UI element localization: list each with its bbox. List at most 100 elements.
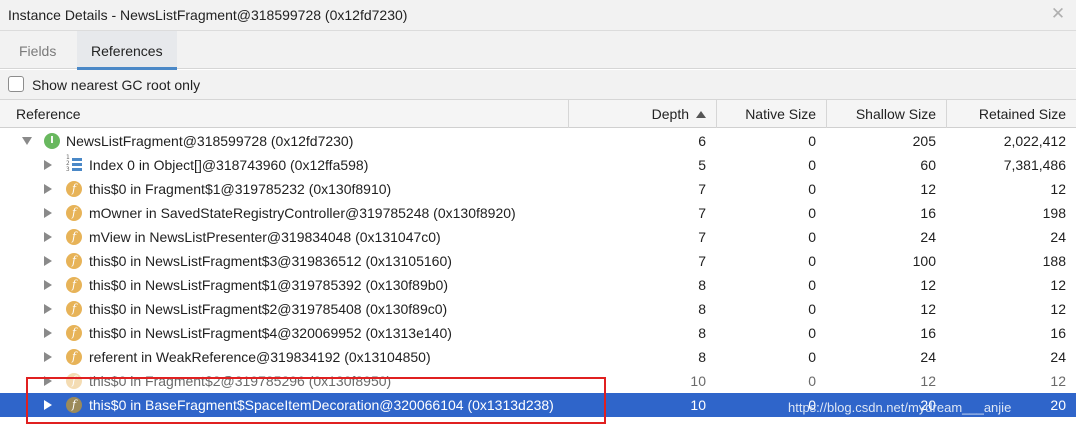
field-icon: f <box>66 325 82 341</box>
expand-arrow-icon[interactable] <box>44 328 52 338</box>
close-icon[interactable]: ✕ <box>1048 4 1068 24</box>
native-size-value: 0 <box>808 325 816 341</box>
reference-tree: I NewsListFragment@318599728 (0x12fd7230)… <box>0 129 1076 417</box>
field-icon: f <box>66 373 82 389</box>
depth-value: 7 <box>698 229 706 245</box>
gc-root-option: Show nearest GC root only <box>0 70 1076 100</box>
reference-name: this$0 in NewsListFragment$4@320069952 (… <box>89 325 452 341</box>
shallow-size-value: 205 <box>912 133 936 149</box>
expand-arrow-icon[interactable] <box>44 208 52 218</box>
field-icon: f <box>66 253 82 269</box>
window-title: Instance Details - NewsListFragment@3185… <box>8 7 408 23</box>
tree-root-row[interactable]: I NewsListFragment@318599728 (0x12fd7230)… <box>0 129 1076 153</box>
column-header-reference[interactable]: Reference <box>0 100 568 128</box>
field-icon: f <box>66 397 82 413</box>
tree-row[interactable]: f mView in NewsListPresenter@319834048 (0… <box>0 225 1076 249</box>
native-size-value: 0 <box>808 349 816 365</box>
native-size-value: 0 <box>808 205 816 221</box>
field-icon: f <box>66 181 82 197</box>
expand-arrow-icon[interactable] <box>44 280 52 290</box>
gc-root-checkbox[interactable] <box>8 76 24 92</box>
column-header-depth[interactable]: Depth <box>568 100 716 128</box>
column-header-shallow-size[interactable]: Shallow Size <box>826 100 946 128</box>
retained-size-value: 2,022,412 <box>1003 133 1066 149</box>
expand-arrow-icon[interactable] <box>44 184 52 194</box>
expand-arrow-icon[interactable] <box>44 256 52 266</box>
shallow-size-value: 24 <box>920 229 936 245</box>
reference-name: this$0 in NewsListFragment$1@319785392 (… <box>89 277 448 293</box>
column-header-native-size[interactable]: Native Size <box>716 100 826 128</box>
reference-name: this$0 in NewsListFragment$2@319785408 (… <box>89 301 448 317</box>
shallow-size-value: 24 <box>920 349 936 365</box>
tree-row[interactable]: f this$0 in BaseFragment$SpaceItemDecorat… <box>0 393 1076 417</box>
retained-size-value: 12 <box>1050 181 1066 197</box>
native-size-value: 0 <box>808 181 816 197</box>
sort-ascending-icon <box>696 111 706 118</box>
tree-row[interactable]: f this$0 in NewsListFragment$4@320069952 … <box>0 321 1076 345</box>
expand-arrow-icon[interactable] <box>44 352 52 362</box>
shallow-size-value: 20 <box>920 397 936 413</box>
depth-value: 7 <box>698 205 706 221</box>
depth-value: 8 <box>698 325 706 341</box>
expand-arrow-icon[interactable] <box>44 304 52 314</box>
shallow-size-value: 12 <box>920 181 936 197</box>
column-header-retained-size[interactable]: Retained Size <box>946 100 1076 128</box>
native-size-value: 0 <box>808 133 816 149</box>
depth-value: 6 <box>698 133 706 149</box>
native-size-value: 0 <box>808 301 816 317</box>
retained-size-value: 12 <box>1050 301 1066 317</box>
array-icon: 123 <box>66 155 82 174</box>
native-size-value: 0 <box>808 277 816 293</box>
tab-fields[interactable]: Fields <box>5 31 70 69</box>
expand-arrow-icon[interactable] <box>44 400 52 410</box>
retained-size-value: 24 <box>1050 349 1066 365</box>
tree-row[interactable]: f this$0 in Fragment$1@319785232 (0x130f8… <box>0 177 1076 201</box>
tree-row[interactable]: f this$0 in Fragment$2@319785296 (0x130f8… <box>0 369 1076 393</box>
depth-value: 5 <box>698 157 706 173</box>
retained-size-value: 188 <box>1042 253 1066 269</box>
retained-size-value: 12 <box>1050 373 1066 389</box>
shallow-size-value: 12 <box>920 373 936 389</box>
tab-bar: Fields References <box>0 31 1076 70</box>
reference-name: this$0 in Fragment$2@319785296 (0x130f89… <box>89 373 392 389</box>
retained-size-value: 198 <box>1042 205 1066 221</box>
reference-name: NewsListFragment@318599728 (0x12fd7230) <box>66 133 354 149</box>
reference-name: mOwner in SavedStateRegistryController@3… <box>89 205 516 221</box>
tree-row[interactable]: f mOwner in SavedStateRegistryController@… <box>0 201 1076 225</box>
native-size-value: 0 <box>808 397 816 413</box>
depth-value: 7 <box>698 253 706 269</box>
depth-value: 10 <box>690 373 706 389</box>
field-icon: f <box>66 277 82 293</box>
expand-arrow-icon[interactable] <box>44 160 52 170</box>
depth-value: 7 <box>698 181 706 197</box>
depth-value: 8 <box>698 349 706 365</box>
depth-value: 8 <box>698 277 706 293</box>
expand-arrow-icon[interactable] <box>44 232 52 242</box>
tab-references[interactable]: References <box>77 31 177 70</box>
expand-arrow-icon[interactable] <box>44 376 52 386</box>
native-size-value: 0 <box>808 253 816 269</box>
tree-row[interactable]: f referent in WeakReference@319834192 (0x… <box>0 345 1076 369</box>
retained-size-value: 24 <box>1050 229 1066 245</box>
reference-name: mView in NewsListPresenter@319834048 (0x… <box>89 229 441 245</box>
reference-name: this$0 in NewsListFragment$3@319836512 (… <box>89 253 452 269</box>
retained-size-value: 16 <box>1050 325 1066 341</box>
gc-root-label[interactable]: Show nearest GC root only <box>32 77 200 93</box>
native-size-value: 0 <box>808 157 816 173</box>
tree-row[interactable]: 1 2 3 Index 0 in Object[]@318743960 (0x12ff… <box>0 153 1076 177</box>
tree-row[interactable]: f this$0 in NewsListFragment$3@319836512 … <box>0 249 1076 273</box>
tree-row[interactable]: f this$0 in NewsListFragment$2@319785408 … <box>0 297 1076 321</box>
reference-name: this$0 in BaseFragment$SpaceItemDecorati… <box>89 397 554 413</box>
column-header-depth-label: Depth <box>651 106 689 122</box>
depth-value: 10 <box>690 397 706 413</box>
field-icon: f <box>66 301 82 317</box>
collapse-arrow-icon[interactable] <box>22 137 32 145</box>
tree-row[interactable]: f this$0 in NewsListFragment$1@319785392 … <box>0 273 1076 297</box>
native-size-value: 0 <box>808 229 816 245</box>
table-header: Reference Depth Native Size Shallow Size… <box>0 100 1076 128</box>
depth-value: 8 <box>698 301 706 317</box>
shallow-size-value: 100 <box>912 253 936 269</box>
shallow-size-value: 60 <box>920 157 936 173</box>
retained-size-value: 20 <box>1050 397 1066 413</box>
reference-name: this$0 in Fragment$1@319785232 (0x130f89… <box>89 181 392 197</box>
